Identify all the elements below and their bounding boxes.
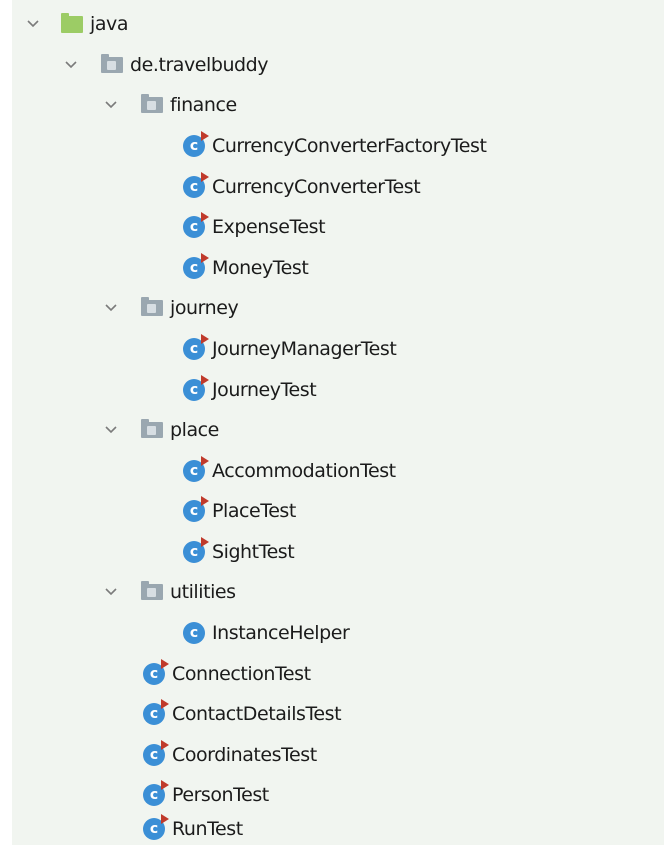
tree-node-class[interactable]: c AccommodationTest: [12, 451, 396, 491]
test-class-icon: c: [183, 456, 209, 482]
chevron-down-icon[interactable]: [100, 410, 122, 450]
test-class-icon: c: [143, 659, 169, 685]
tree-node-label: ContactDetailsTest: [172, 703, 342, 725]
test-class-icon: c: [183, 212, 209, 238]
test-class-icon: c: [143, 814, 169, 840]
tree-node-label: CurrencyConverterFactoryTest: [212, 135, 487, 157]
tree-node-label: utilities: [170, 581, 236, 603]
tree-node-place[interactable]: place: [12, 410, 219, 450]
tree-node-java[interactable]: java: [12, 4, 128, 44]
tree-node-class[interactable]: c CurrencyConverterTest: [12, 167, 421, 207]
tree-node-label: AccommodationTest: [212, 460, 396, 482]
tree-node-label: CoordinatesTest: [172, 744, 317, 766]
package-folder-icon: [141, 297, 163, 316]
tree-node-label: MoneyTest: [212, 257, 309, 279]
tree-node-label: ExpenseTest: [212, 216, 326, 238]
chevron-down-icon[interactable]: [100, 85, 122, 125]
tree-node-label: java: [90, 13, 129, 35]
tree-node-class[interactable]: c PlaceTest: [12, 491, 296, 531]
tree-node-finance[interactable]: finance: [12, 85, 237, 125]
test-class-icon: c: [183, 496, 209, 522]
tree-node-class[interactable]: c JourneyTest: [12, 370, 317, 410]
tree-node-label: CurrencyConverterTest: [212, 176, 421, 198]
tree-node-class[interactable]: c MoneyTest: [12, 248, 309, 288]
tree-node-class[interactable]: c JourneyManagerTest: [12, 329, 397, 369]
project-tree-panel: java de.travelbuddy finance c CurrencyCo…: [12, 0, 664, 845]
chevron-down-icon[interactable]: [100, 572, 122, 612]
tree-node-class[interactable]: c SightTest: [12, 532, 295, 572]
tree-node-label: de.travelbuddy: [130, 54, 269, 76]
tree-node-utilities[interactable]: utilities: [12, 572, 236, 612]
tree-node-journey[interactable]: journey: [12, 288, 239, 328]
tree-node-class[interactable]: c RunTest: [12, 809, 243, 849]
tree-node-label: JourneyManagerTest: [212, 338, 397, 360]
tree-node-package[interactable]: de.travelbuddy: [12, 45, 269, 85]
tree-node-label: JourneyTest: [212, 379, 317, 401]
test-class-icon: c: [183, 172, 209, 198]
chevron-down-icon[interactable]: [22, 4, 44, 44]
tree-node-class[interactable]: c CoordinatesTest: [12, 735, 317, 775]
test-class-icon: c: [183, 253, 209, 279]
test-class-icon: c: [183, 537, 209, 563]
tree-node-label: place: [170, 419, 219, 441]
tree-node-class[interactable]: c ConnectionTest: [12, 654, 311, 694]
package-folder-icon: [141, 581, 163, 600]
tree-node-label: ConnectionTest: [172, 663, 311, 685]
test-class-icon: c: [183, 334, 209, 360]
class-icon: c: [183, 622, 205, 644]
tree-node-label: RunTest: [172, 818, 243, 840]
tree-node-label: journey: [170, 297, 239, 319]
package-folder-icon: [141, 94, 163, 113]
tree-node-class[interactable]: c CurrencyConverterFactoryTest: [12, 126, 487, 166]
package-folder-icon: [101, 54, 123, 73]
test-class-icon: c: [183, 131, 209, 157]
test-class-icon: c: [143, 740, 169, 766]
chevron-down-icon[interactable]: [100, 288, 122, 328]
tree-node-label: SightTest: [212, 541, 295, 563]
tree-node-class[interactable]: c InstanceHelper: [12, 613, 350, 653]
package-folder-icon: [141, 419, 163, 438]
tree-node-class[interactable]: c ContactDetailsTest: [12, 694, 342, 734]
tree-node-label: PlaceTest: [212, 500, 296, 522]
tree-node-label: finance: [170, 94, 237, 116]
tree-node-label: InstanceHelper: [212, 622, 350, 644]
test-class-icon: c: [143, 699, 169, 725]
chevron-down-icon[interactable]: [60, 45, 82, 85]
source-folder-icon: [61, 12, 83, 33]
test-class-icon: c: [143, 780, 169, 806]
tree-node-class[interactable]: c ExpenseTest: [12, 207, 326, 247]
test-class-icon: c: [183, 375, 209, 401]
